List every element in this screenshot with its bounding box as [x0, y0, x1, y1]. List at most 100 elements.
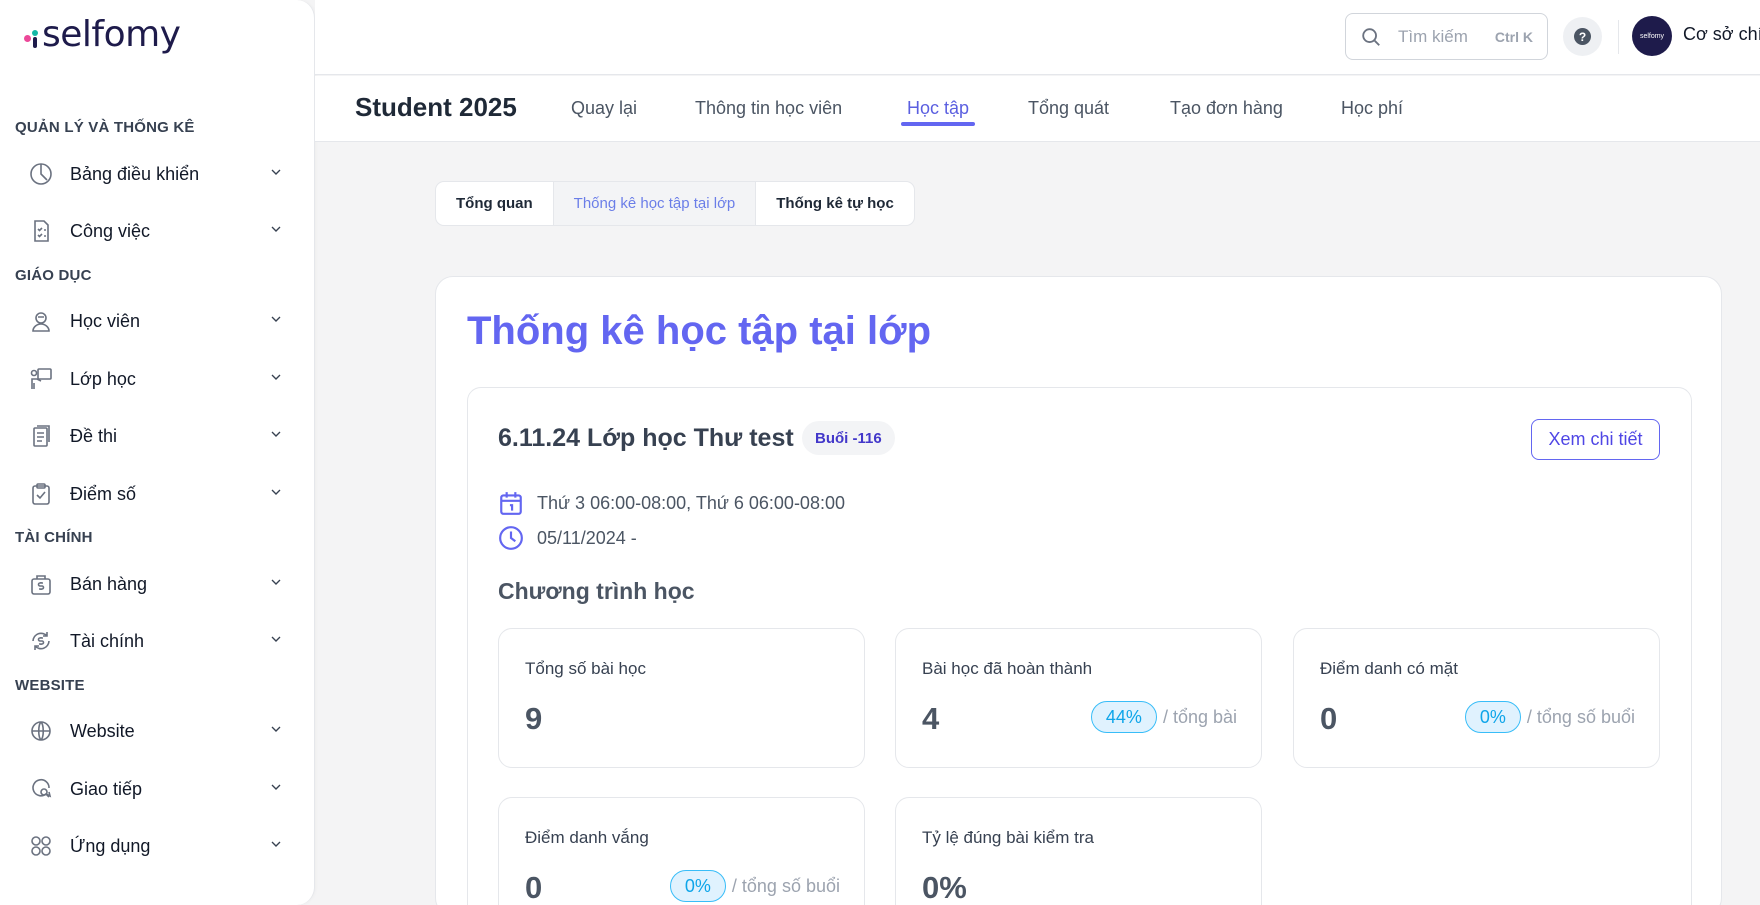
view-detail-button[interactable]: Xem chi tiết	[1531, 419, 1660, 460]
tab-tuition[interactable]: Học phí	[1341, 98, 1403, 119]
avatar[interactable]: selfomy	[1632, 16, 1672, 56]
search-shortcut: Ctrl K	[1494, 28, 1533, 45]
date-range-text: 05/11/2024 -	[537, 527, 637, 548]
stat-value: 0%	[922, 870, 967, 905]
sidebar: selfomy QUẢN LÝ VÀ THỐNG KÊ Bảng điều kh…	[0, 0, 315, 905]
chevron-down-icon[interactable]	[268, 631, 284, 652]
section-title-website: WEBSITE	[15, 677, 85, 694]
chevron-down-icon[interactable]	[268, 311, 284, 332]
tab-learning[interactable]: Học tập	[907, 98, 969, 119]
stat-extra: 0% / tổng số buổi	[669, 870, 840, 902]
student-subheader: Student 2025 Quay lại Thông tin học viên…	[315, 76, 1760, 142]
calendar-icon	[500, 492, 522, 515]
stat-extra: 0% / tổng số buổi	[1464, 701, 1635, 733]
brand-logo[interactable]: selfomy	[24, 14, 181, 55]
sidebar-item-label: Ứng dụng	[70, 835, 151, 856]
segment-class-stats[interactable]: Thống kê học tập tại lớp	[553, 182, 757, 225]
clock-icon	[499, 526, 523, 550]
chevron-down-icon[interactable]	[268, 164, 284, 185]
chevron-down-icon[interactable]	[268, 721, 284, 742]
chevron-down-icon[interactable]	[268, 779, 284, 800]
sidebar-item-exams[interactable]: Đề thi	[28, 416, 284, 456]
percent-badge: 0%	[669, 870, 726, 902]
sidebar-item-label: Tài chính	[70, 630, 145, 651]
tab-overview[interactable]: Tổng quát	[1028, 98, 1109, 119]
chevron-down-icon[interactable]	[268, 574, 284, 595]
sidebar-item-label: Website	[70, 720, 135, 741]
brand-name: selfomy	[42, 14, 181, 55]
sidebar-item-finance[interactable]: Tài chính	[28, 621, 284, 661]
search-input[interactable]: Tìm kiếm	[1398, 27, 1495, 47]
help-icon: ?	[1574, 28, 1591, 45]
date-row: 05/11/2024 -	[498, 525, 637, 551]
chat-search-icon	[28, 776, 54, 802]
sidebar-item-scores[interactable]: Điểm số	[28, 474, 284, 514]
class-card: 6.11.24 Lớp học Thư test Buổi -116 Xem c…	[467, 387, 1692, 905]
sidebar-item-classes[interactable]: Lớp học	[28, 359, 284, 399]
stat-attendance-absent: Điểm danh vắng 0 0% / tổng số buổi	[498, 797, 865, 905]
class-stats-card: Thống kê học tập tại lớp 6.11.24 Lớp học…	[435, 276, 1722, 905]
sidebar-item-dashboard[interactable]: Bảng điều khiển	[28, 154, 284, 194]
sidebar-item-label: Lớp học	[70, 368, 136, 389]
tab-student-info[interactable]: Thông tin học viên	[695, 98, 842, 119]
chevron-down-icon[interactable]	[268, 426, 284, 447]
logo-mark-icon	[24, 22, 40, 48]
program-heading: Chương trình học	[498, 578, 695, 604]
sidebar-item-label: Giao tiếp	[70, 778, 143, 799]
chevron-down-icon[interactable]	[268, 369, 284, 390]
clock-pie-icon	[28, 161, 54, 187]
stat-value: 0	[525, 870, 543, 905]
stat-suffix: / tổng số buổi	[1526, 706, 1635, 727]
sidebar-item-label: Điểm số	[70, 483, 137, 504]
sidebar-item-sales[interactable]: Bán hàng	[28, 564, 284, 604]
page-title: Student 2025	[355, 92, 517, 122]
divider	[1618, 20, 1619, 54]
sidebar-item-website[interactable]: Website	[28, 711, 284, 751]
segment-overview[interactable]: Tổng quan	[436, 182, 554, 225]
section-heading: Thống kê học tập tại lớp	[467, 309, 932, 353]
sales-bag-icon	[28, 571, 54, 597]
tab-create-order[interactable]: Tạo đơn hàng	[1170, 98, 1283, 119]
percent-badge: 0%	[1464, 701, 1521, 733]
segment-self-study-stats[interactable]: Thống kê tự học	[756, 182, 914, 225]
stat-suffix: / tổng số buổi	[731, 875, 840, 896]
apps-grid-icon	[28, 833, 54, 859]
clipboard-check-icon	[28, 481, 54, 507]
section-title-education: GIÁO DỤC	[15, 267, 92, 284]
class-name: 6.11.24 Lớp học Thư test	[498, 424, 794, 452]
sidebar-item-label: Đề thi	[70, 425, 118, 446]
search-box[interactable]: Tìm kiếm Ctrl K	[1345, 13, 1548, 60]
stat-test-accuracy: Tỷ lệ đúng bài kiểm tra 0%	[895, 797, 1262, 905]
stat-value: 0	[1320, 701, 1338, 736]
stat-value: 4	[922, 701, 940, 736]
stat-label: Điểm danh vắng	[525, 828, 649, 847]
sidebar-item-apps[interactable]: Ứng dụng	[28, 826, 284, 866]
session-badge: Buổi -116	[802, 421, 895, 455]
sidebar-item-students[interactable]: Học viên	[28, 301, 284, 341]
search-icon	[1362, 27, 1380, 46]
stat-total-lessons: Tổng số bài học 9	[498, 628, 865, 768]
stat-extra: 44% / tổng bài	[1090, 701, 1237, 733]
stat-label: Tổng số bài học	[525, 659, 646, 678]
help-button[interactable]: ?	[1563, 17, 1602, 56]
branch-selector[interactable]: Cơ sở chính	[1683, 24, 1760, 45]
stat-value: 9	[525, 701, 543, 736]
tab-back[interactable]: Quay lại	[571, 98, 637, 119]
stat-suffix: / tổng bài	[1162, 706, 1237, 727]
top-bar: Tìm kiếm Ctrl K ? selfomy Cơ sở chính	[315, 0, 1760, 75]
sidebar-item-label: Bảng điều khiển	[70, 163, 200, 184]
schedule-row: Thứ 3 06:00-08:00, Thứ 6 06:00-08:00	[498, 490, 845, 516]
chevron-down-icon[interactable]	[268, 484, 284, 505]
finance-cycle-icon	[28, 628, 54, 654]
sidebar-item-tasks[interactable]: Công việc	[28, 211, 284, 251]
chevron-down-icon[interactable]	[268, 836, 284, 857]
chevron-down-icon[interactable]	[268, 221, 284, 242]
stat-label: Bài học đã hoàn thành	[922, 659, 1093, 678]
section-title-finance: TÀI CHÍNH	[15, 529, 93, 546]
sidebar-item-communication[interactable]: Giao tiếp	[28, 769, 284, 809]
percent-badge: 44%	[1090, 701, 1157, 733]
active-tab-indicator	[901, 122, 975, 126]
stat-label: Tỷ lệ đúng bài kiểm tra	[922, 828, 1094, 847]
exam-doc-icon	[28, 423, 54, 449]
sidebar-item-label: Bán hàng	[70, 573, 148, 594]
